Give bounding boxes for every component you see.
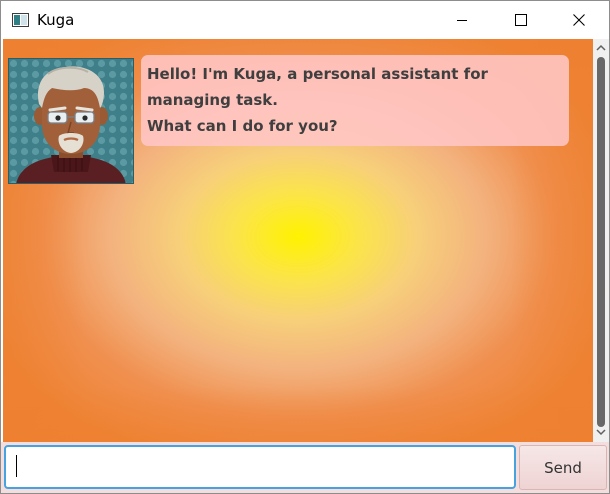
message-input[interactable]: [4, 445, 516, 489]
text-caret: [16, 455, 17, 477]
vertical-scrollbar[interactable]: [593, 39, 609, 442]
close-button[interactable]: [556, 1, 602, 39]
kuga-avatar: [8, 58, 134, 184]
window-app-icon: [12, 13, 29, 27]
message-line: What can I do for you?: [147, 117, 338, 135]
message-bubble: Hello! I'm Kuga, a personal assistant fo…: [141, 55, 569, 146]
minimize-button[interactable]: [439, 1, 485, 39]
maximize-icon: [515, 14, 527, 26]
input-bar: Send: [1, 442, 609, 493]
app-window: Kuga Hello! I'm Kuga, a personal assista…: [0, 0, 610, 494]
send-button[interactable]: Send: [519, 445, 607, 490]
maximize-button[interactable]: [498, 1, 544, 39]
scroll-down-arrow-icon[interactable]: [593, 427, 609, 437]
scroll-up-arrow-icon[interactable]: [593, 43, 609, 53]
window-title: Kuga: [37, 11, 75, 29]
minimize-icon: [457, 20, 467, 21]
scroll-thumb[interactable]: [597, 57, 605, 427]
dialog-box: Hello! I'm Kuga, a personal assistant fo…: [8, 55, 578, 186]
chat-scroll-pane[interactable]: Hello! I'm Kuga, a personal assistant fo…: [3, 39, 593, 442]
message-line: Hello! I'm Kuga, a personal assistant fo…: [147, 65, 488, 109]
close-icon: [573, 14, 585, 26]
title-bar[interactable]: Kuga: [1, 1, 609, 39]
